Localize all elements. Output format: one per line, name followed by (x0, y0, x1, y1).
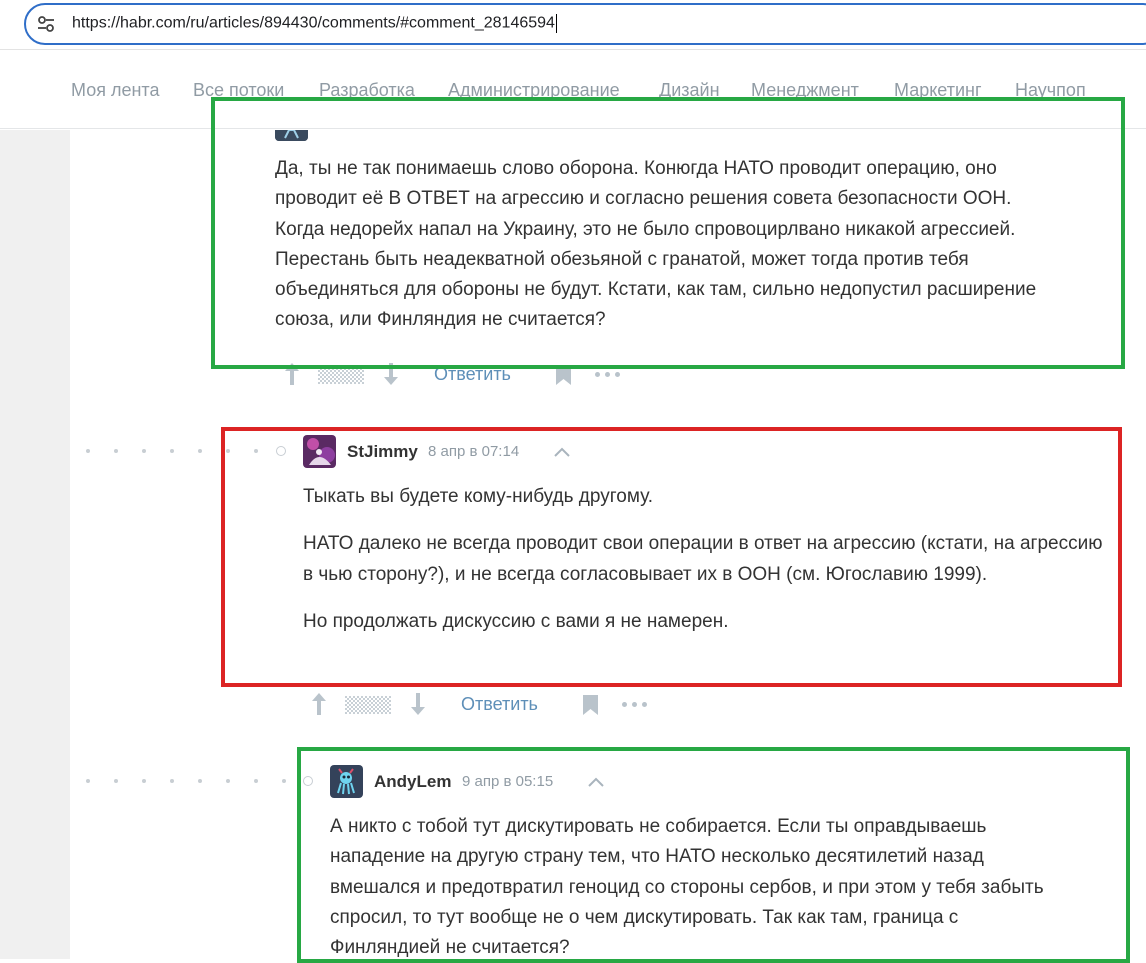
more-options-icon[interactable] (595, 372, 621, 378)
bookmark-icon[interactable] (582, 694, 599, 716)
url-text[interactable]: https://habr.com/ru/articles/894430/comm… (72, 14, 557, 33)
thread-indent-dot (170, 449, 174, 453)
thread-indent-dot (198, 779, 202, 783)
thread-indent-dot (282, 779, 286, 783)
url-field[interactable]: https://habr.com/ru/articles/894430/comm… (24, 3, 1146, 45)
reply-button[interactable]: Ответить (461, 694, 538, 715)
thread-indent-dot (114, 449, 118, 453)
browser-address-bar: https://habr.com/ru/articles/894430/comm… (0, 0, 1146, 50)
highlight-box-green (211, 97, 1125, 369)
upvote-icon[interactable] (310, 692, 328, 716)
thread-indent-dot (86, 449, 90, 453)
page-side-gutter (0, 130, 70, 959)
more-options-icon[interactable] (622, 702, 648, 708)
highlight-box-red (221, 427, 1122, 687)
thread-indent-dot (86, 779, 90, 783)
thread-indent-dot (226, 779, 230, 783)
thread-indent-dot (254, 779, 258, 783)
site-settings-icon[interactable] (36, 14, 56, 34)
rating-placeholder-icon (345, 696, 391, 714)
text-caret (555, 14, 557, 33)
thread-indent-dot (114, 779, 118, 783)
highlight-box-green (297, 747, 1130, 963)
thread-indent-dot (142, 449, 146, 453)
thread-indent-dot (142, 779, 146, 783)
thread-indent-dot (170, 779, 174, 783)
thread-indent-dot (198, 449, 202, 453)
downvote-icon[interactable] (409, 692, 427, 716)
hub-link-my-feed[interactable]: Моя лента (71, 80, 159, 101)
